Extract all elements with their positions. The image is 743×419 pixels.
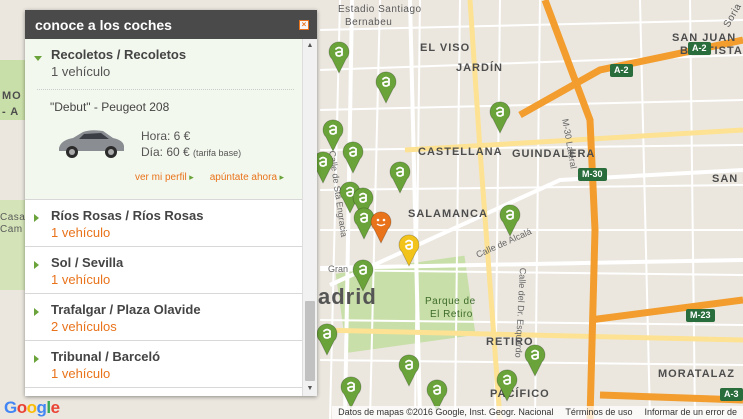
map-label-mo: MO bbox=[2, 90, 22, 102]
location-item-rios-rosas[interactable]: Ríos Rosas / Ríos Rosas 1 vehículo bbox=[25, 200, 302, 247]
road-shield-m23: M-23 bbox=[686, 309, 715, 322]
car-nickname: "Debut" bbox=[50, 100, 91, 114]
map-label-moratalaz: MORATALAZ bbox=[658, 368, 736, 380]
scroll-up-icon[interactable]: ▲ bbox=[303, 39, 317, 53]
chevron-right-icon bbox=[34, 214, 39, 222]
car-title: "Debut" - Peugeot 208 bbox=[50, 100, 294, 114]
scroll-thumb[interactable] bbox=[305, 301, 315, 381]
view-profile-link[interactable]: ver mi perfil bbox=[135, 172, 194, 183]
map-pin-icon[interactable] bbox=[352, 258, 374, 292]
attribution-data: Datos de mapas ©2016 Google, Inst. Geogr… bbox=[338, 407, 554, 417]
car-day-price-row: Día: 60 € (tarifa base) bbox=[141, 144, 241, 161]
car-image bbox=[59, 130, 124, 158]
location-count: 1 vehículo bbox=[51, 272, 111, 287]
scroll-down-icon[interactable]: ▼ bbox=[303, 382, 317, 396]
location-name: Sol / Sevilla bbox=[51, 255, 124, 270]
car-day-price: Día: 60 € bbox=[141, 145, 190, 159]
map-pin-icon[interactable] bbox=[389, 160, 411, 194]
map-pin-icon[interactable] bbox=[342, 140, 364, 174]
road-shield-m30: M-30 bbox=[578, 168, 607, 181]
chevron-down-icon bbox=[34, 56, 42, 61]
car-day-note: (tarifa base) bbox=[193, 148, 242, 158]
map-pin-icon[interactable] bbox=[328, 40, 350, 74]
map-pin-icon[interactable] bbox=[524, 343, 546, 377]
map-label-casa: Casa bbox=[0, 212, 26, 223]
map-label-estadio: Estadio Santiago bbox=[338, 4, 422, 15]
attribution-terms-link[interactable]: Términos de uso bbox=[559, 406, 638, 419]
location-item-trafalgar[interactable]: Trafalgar / Plaza Olavide 2 vehículos bbox=[25, 294, 302, 341]
panel-title: conoce a los coches bbox=[35, 16, 172, 33]
map-label-guindalera: GUINDALERA bbox=[512, 148, 596, 160]
location-count: 1 vehículo bbox=[51, 366, 111, 381]
google-logo: Google bbox=[4, 398, 60, 417]
chevron-right-icon bbox=[34, 308, 39, 316]
chevron-right-icon bbox=[34, 355, 39, 363]
chevron-right-icon bbox=[34, 261, 39, 269]
map-pin-icon[interactable] bbox=[322, 118, 344, 152]
road-shield-a2: A-2 bbox=[688, 42, 711, 55]
car-hour-price: Hora: 6 € bbox=[141, 129, 191, 143]
road-shield-a2-second: A-2 bbox=[610, 64, 633, 77]
location-name: Ríos Rosas / Ríos Rosas bbox=[51, 208, 204, 223]
map-label-san-b: SAN B bbox=[712, 173, 743, 185]
car-model: - Peugeot 208 bbox=[90, 100, 170, 114]
map-attribution: Datos de mapas ©2016 Google, Inst. Geogr… bbox=[332, 406, 743, 419]
location-name: Tribunal / Barceló bbox=[51, 349, 161, 364]
location-count: 2 vehículos bbox=[51, 319, 117, 334]
map-label-salamanca: SALAMANCA bbox=[408, 208, 488, 220]
panel-scrollbar[interactable]: ▲ ▼ bbox=[302, 39, 317, 396]
attribution-report-link[interactable]: Informar de un error de bbox=[638, 406, 743, 419]
map-pin-icon[interactable] bbox=[499, 203, 521, 237]
map-pin-icon[interactable] bbox=[370, 210, 392, 244]
map-label-el-viso: EL VISO bbox=[420, 42, 471, 54]
location-name: Trafalgar / Plaza Olavide bbox=[51, 302, 201, 317]
map-label-mo-a: - A bbox=[2, 106, 20, 118]
map-pin-icon[interactable] bbox=[489, 100, 511, 134]
panel-header: conoce a los coches × bbox=[25, 10, 317, 39]
road-shield-a3: A-3 bbox=[720, 388, 743, 401]
close-icon[interactable]: × bbox=[299, 19, 309, 30]
map-label-castellana: CASTELLANA bbox=[418, 146, 503, 158]
locations-list: Recoletos / Recoletos 1 vehículo "Debut"… bbox=[25, 39, 302, 396]
location-item-sol[interactable]: Sol / Sevilla 1 vehículo bbox=[25, 247, 302, 294]
location-name: Recoletos / Recoletos bbox=[51, 47, 187, 62]
location-item-tribunal[interactable]: Tribunal / Barceló 1 vehículo bbox=[25, 341, 302, 388]
location-count: 1 vehículo bbox=[51, 225, 111, 240]
map-pin-icon[interactable] bbox=[316, 322, 338, 356]
map-label-parque-1: Parque de bbox=[425, 296, 476, 307]
signup-link[interactable]: apúntate ahora bbox=[210, 172, 284, 183]
location-item-recoletos[interactable]: Recoletos / Recoletos 1 vehículo "Debut"… bbox=[25, 39, 302, 200]
map-label-parque-2: El Retiro bbox=[430, 309, 473, 320]
map-label-gran: Gran bbox=[328, 264, 349, 274]
map-label-cam: Cam bbox=[0, 224, 23, 235]
cars-panel: conoce a los coches × Recoletos / Recole… bbox=[25, 10, 317, 396]
app-root: Estadio Santiago Bernabeu EL VISO SAN JU… bbox=[0, 0, 743, 419]
location-count: 1 vehículo bbox=[51, 64, 111, 79]
map-pin-icon[interactable] bbox=[375, 70, 397, 104]
map-pin-icon[interactable] bbox=[398, 233, 420, 267]
map-pin-icon[interactable] bbox=[398, 353, 420, 387]
car-card: "Debut" - Peugeot 208 Hora: 6 € Día: 60 … bbox=[37, 89, 294, 193]
car-prices: Hora: 6 € Día: 60 € (tarifa base) bbox=[141, 128, 241, 161]
map-pin-icon[interactable] bbox=[340, 375, 362, 409]
map-pin-icon[interactable] bbox=[496, 368, 518, 402]
car-links: ver mi perfil apúntate ahora bbox=[135, 172, 284, 183]
map-label-jardin: JARDÍN bbox=[456, 62, 503, 74]
map-label-bernabeu: Bernabeu bbox=[345, 17, 393, 28]
